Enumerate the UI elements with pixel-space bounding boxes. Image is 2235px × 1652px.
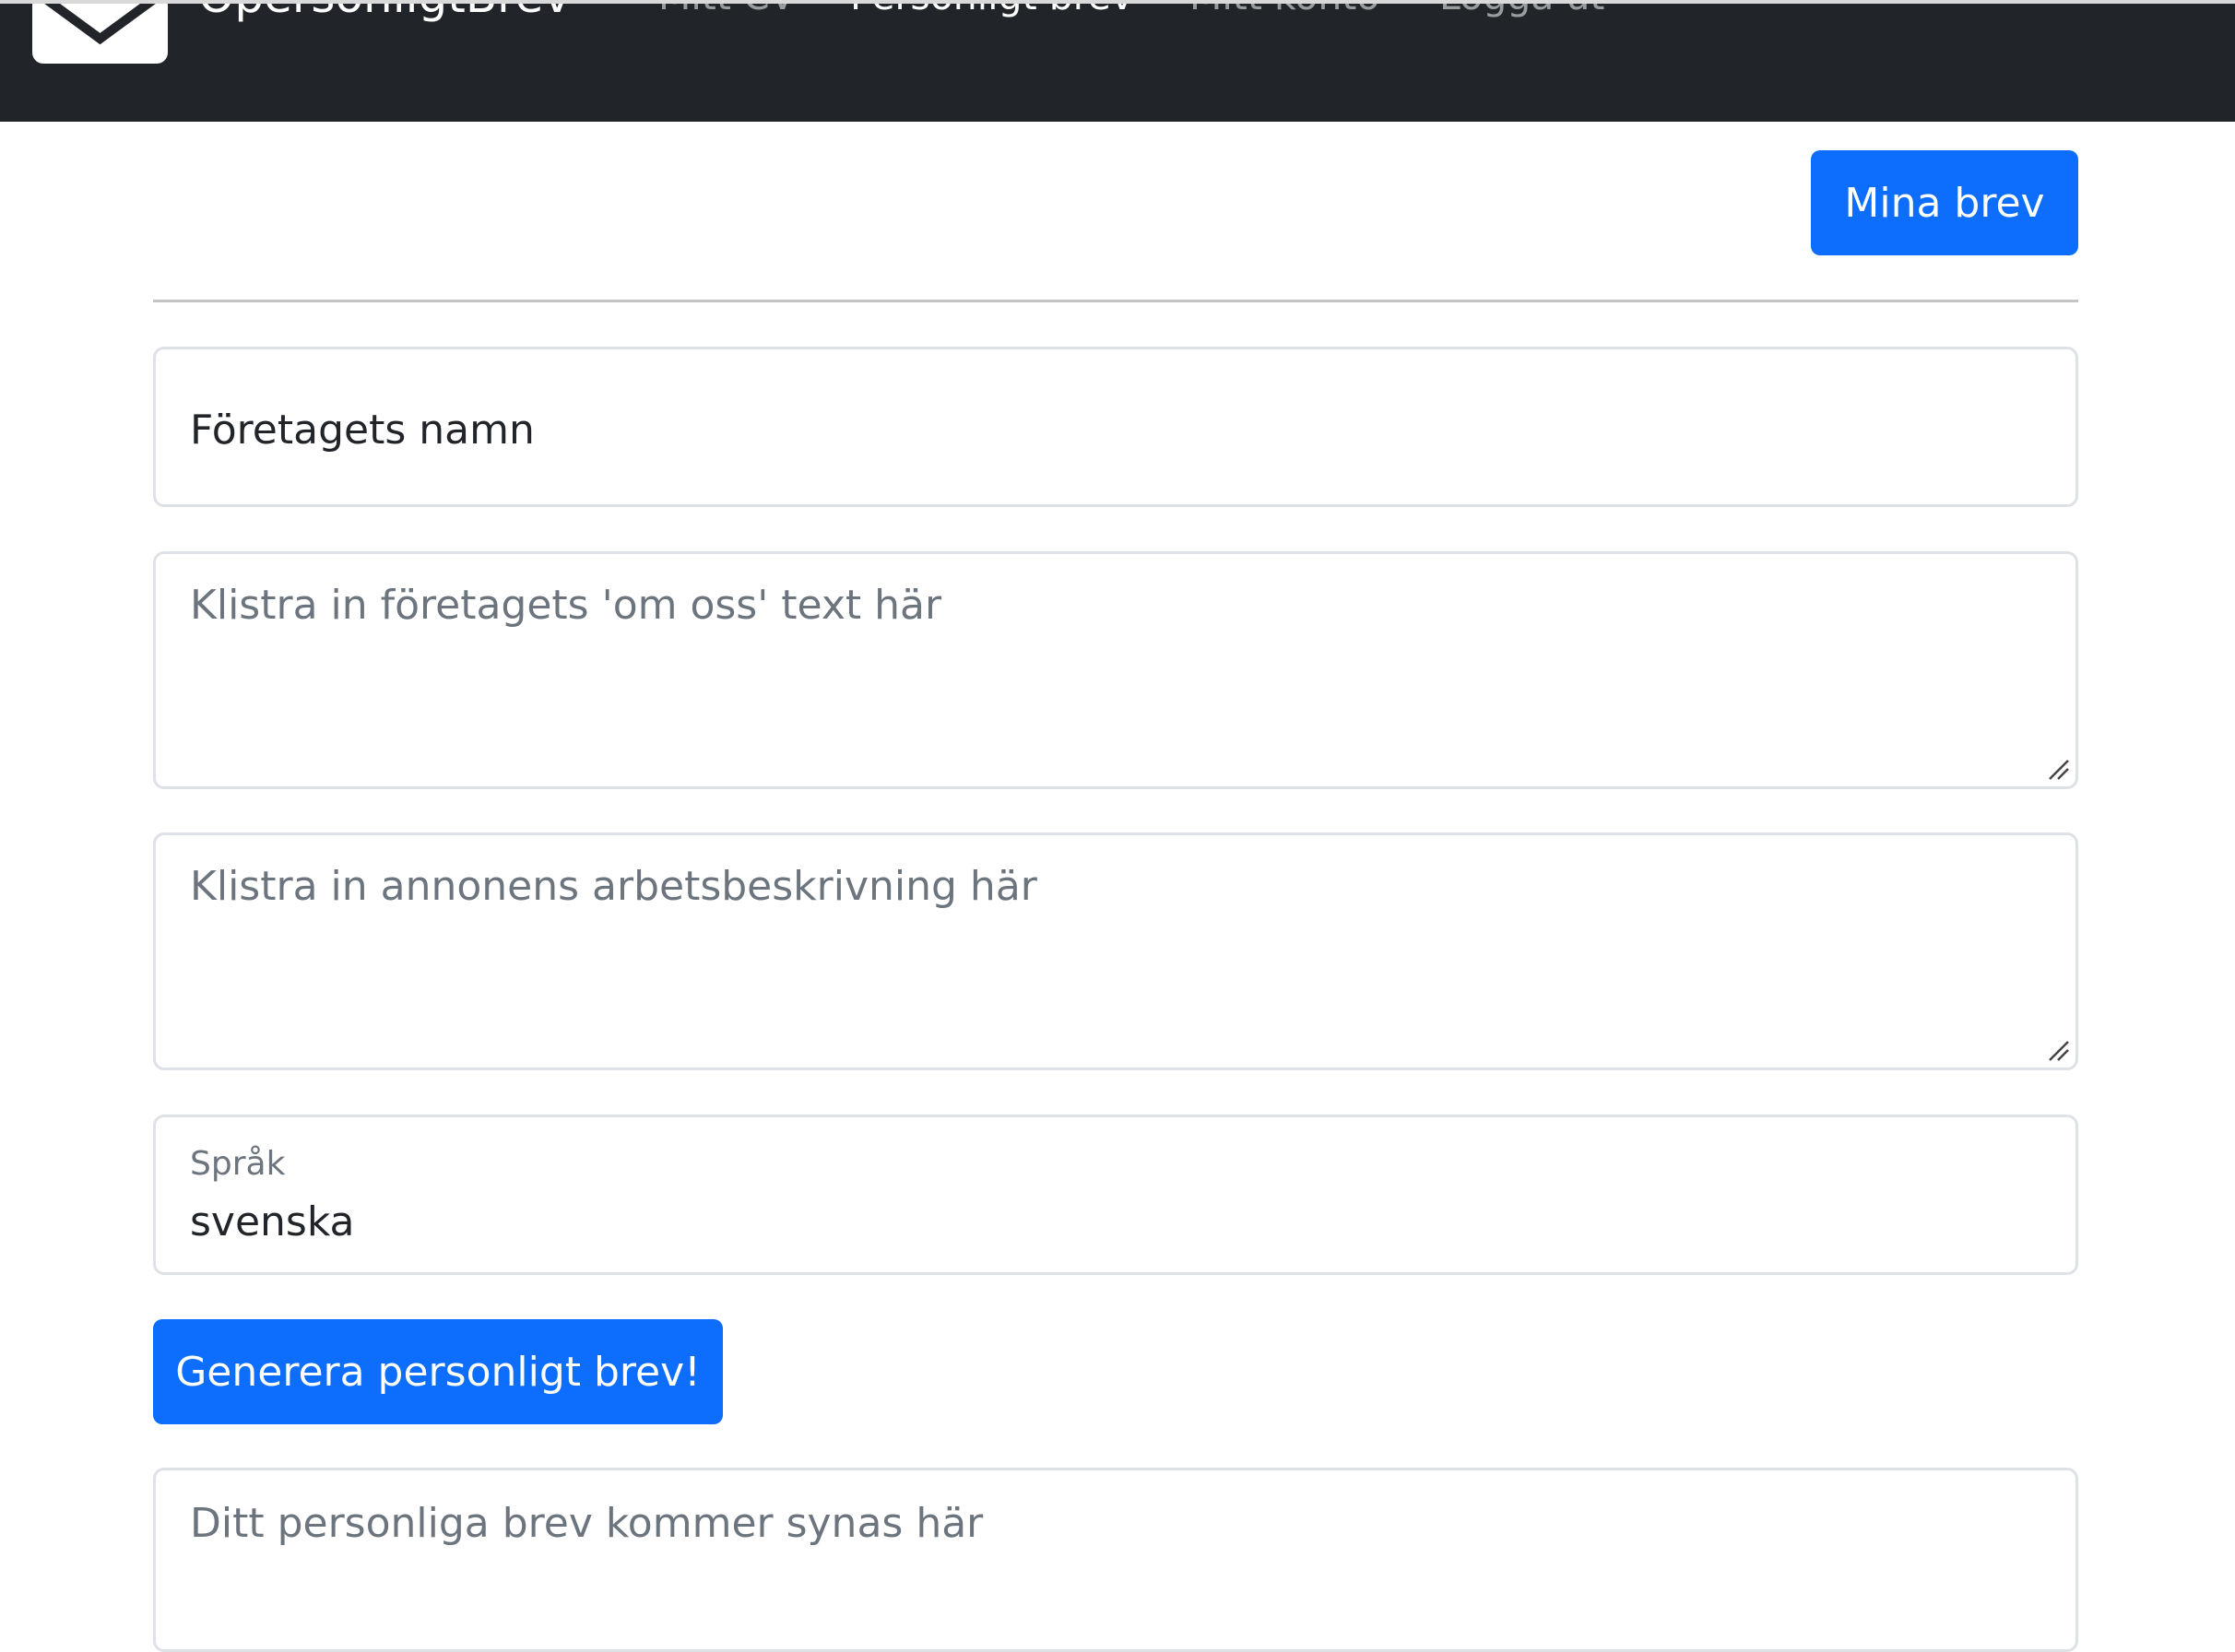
resize-grip-icon[interactable] <box>2046 1038 2070 1062</box>
job-description-textarea[interactable]: Klistra in annonens arbetsbeskrivning hä… <box>153 832 2078 1070</box>
about-us-placeholder: Klistra in företagets 'om oss' text här <box>190 582 942 629</box>
nav-link-logga-ut[interactable]: Logga ut <box>1439 4 1604 24</box>
nav-link-mitt-konto[interactable]: Mitt konto <box>1189 4 1379 24</box>
letter-output-textarea[interactable]: Ditt personliga brev kommer synas här <box>153 1468 2078 1652</box>
about-us-textarea[interactable]: Klistra in företagets 'om oss' text här <box>153 551 2078 789</box>
job-description-placeholder: Klistra in annonens arbetsbeskrivning hä… <box>190 863 1037 910</box>
nav-link-mitt-cv[interactable]: Mitt CV <box>658 4 796 24</box>
section-divider <box>153 300 2078 302</box>
company-name-input[interactable]: Företagets namn <box>153 347 2078 507</box>
generate-letter-button[interactable]: Generera personligt brev! <box>153 1319 723 1424</box>
language-value: svenska <box>190 1198 355 1245</box>
language-label: Språk <box>190 1145 286 1183</box>
my-letters-button[interactable]: Mina brev <box>1811 150 2078 255</box>
top-navbar: OpersonligtBrev Mitt CV Personligt brev … <box>0 4 2235 122</box>
language-select[interactable]: Språk svenska <box>153 1115 2078 1275</box>
nav-link-personligt-brev[interactable]: Personligt brev <box>850 4 1133 24</box>
company-name-value: Företagets namn <box>190 407 535 454</box>
letter-output-placeholder: Ditt personliga brev kommer synas här <box>190 1500 984 1547</box>
brand-name[interactable]: OpersonligtBrev <box>198 4 571 24</box>
envelope-icon[interactable] <box>32 4 168 64</box>
resize-grip-icon[interactable] <box>2046 757 2070 781</box>
